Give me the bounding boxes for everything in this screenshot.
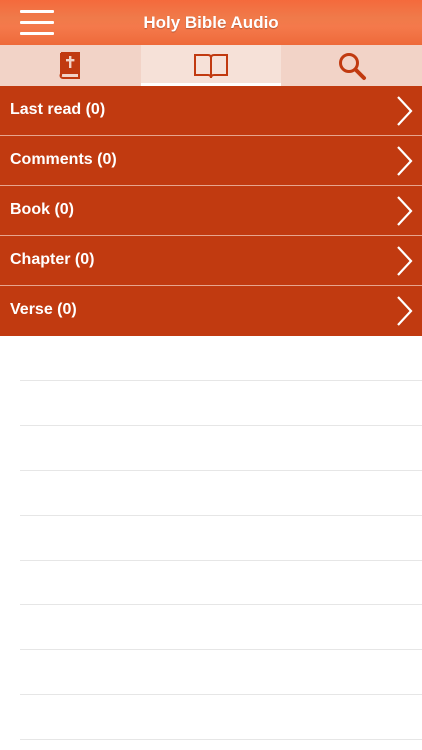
chevron-right-icon bbox=[397, 296, 413, 326]
row-separator bbox=[20, 425, 422, 426]
chevron-right-icon bbox=[397, 96, 413, 126]
tab-bar bbox=[0, 45, 422, 86]
row-separator bbox=[20, 380, 422, 381]
row-separator bbox=[20, 470, 422, 471]
list-item-label: Book (0) bbox=[10, 201, 74, 218]
list-item-last-read[interactable]: Last read (0) bbox=[0, 86, 422, 136]
row-separator bbox=[20, 649, 422, 650]
library-list: Last read (0) Comments (0) Book (0) Chap… bbox=[0, 86, 422, 336]
row-separator bbox=[20, 515, 422, 516]
page-title: Holy Bible Audio bbox=[143, 13, 279, 32]
tab-search[interactable] bbox=[281, 45, 422, 86]
chevron-right-icon bbox=[397, 196, 413, 226]
list-item-label: Chapter (0) bbox=[10, 251, 95, 268]
tab-reading[interactable] bbox=[140, 45, 282, 86]
row-separator bbox=[20, 604, 422, 605]
list-item-verse[interactable]: Verse (0) bbox=[0, 286, 422, 336]
list-item-comments[interactable]: Comments (0) bbox=[0, 136, 422, 186]
chevron-right-icon bbox=[397, 246, 413, 276]
row-separator bbox=[20, 694, 422, 695]
open-book-icon bbox=[194, 53, 228, 78]
bible-book-icon bbox=[59, 51, 81, 79]
chevron-right-icon bbox=[397, 146, 413, 176]
tab-bible[interactable] bbox=[0, 45, 141, 86]
row-separator bbox=[20, 739, 422, 740]
list-item-book[interactable]: Book (0) bbox=[0, 186, 422, 236]
list-item-label: Verse (0) bbox=[10, 301, 77, 318]
list-item-label: Comments (0) bbox=[10, 151, 117, 168]
app-header: Holy Bible Audio bbox=[0, 0, 422, 45]
list-item-label: Last read (0) bbox=[10, 101, 106, 118]
search-icon bbox=[338, 52, 366, 80]
empty-list-area bbox=[0, 336, 422, 745]
row-separator bbox=[20, 560, 422, 561]
list-item-chapter[interactable]: Chapter (0) bbox=[0, 236, 422, 286]
